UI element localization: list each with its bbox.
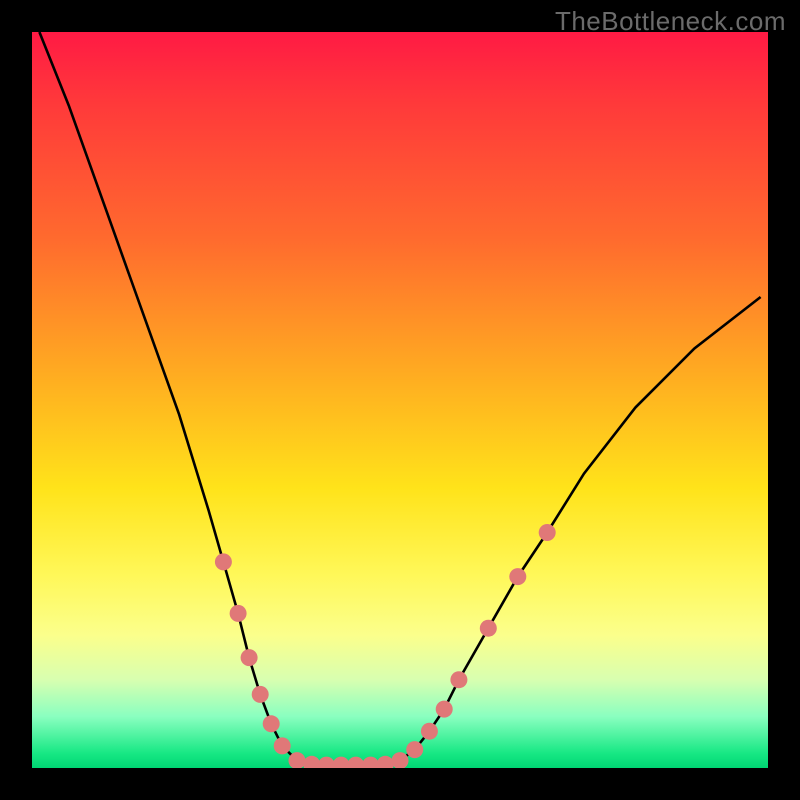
data-point — [509, 568, 526, 585]
data-point — [252, 686, 269, 703]
data-point — [318, 757, 335, 768]
data-point — [347, 757, 364, 768]
data-point — [274, 737, 291, 754]
data-point — [450, 671, 467, 688]
data-point — [362, 757, 379, 768]
watermark-text: TheBottleneck.com — [555, 6, 786, 37]
data-point — [392, 752, 409, 768]
data-point — [436, 701, 453, 718]
data-point — [480, 620, 497, 637]
data-point — [230, 605, 247, 622]
data-point — [289, 752, 306, 768]
data-point — [303, 756, 320, 768]
data-point — [263, 715, 280, 732]
data-point — [539, 524, 556, 541]
data-point — [421, 723, 438, 740]
plot-area — [32, 32, 768, 768]
chart-frame: TheBottleneck.com — [0, 0, 800, 800]
data-point — [333, 757, 350, 768]
data-point — [377, 756, 394, 768]
data-point — [215, 553, 232, 570]
data-points — [32, 32, 768, 768]
data-point — [241, 649, 258, 666]
data-point — [406, 741, 423, 758]
